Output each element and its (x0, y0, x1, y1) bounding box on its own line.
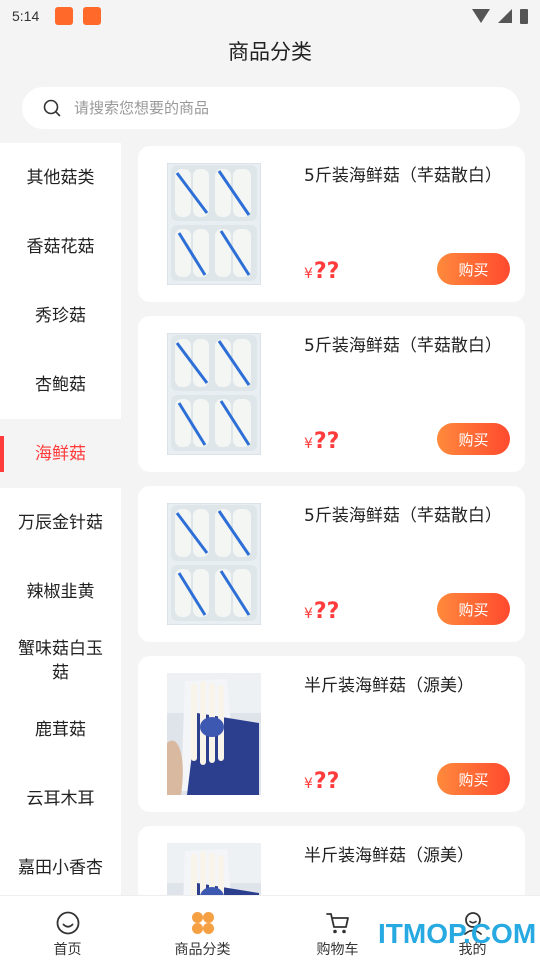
product-image[interactable] (167, 673, 261, 795)
price-value: ?? (313, 259, 340, 284)
product-image[interactable] (167, 163, 261, 285)
product-image[interactable] (167, 843, 261, 895)
currency-symbol: ¥ (304, 606, 313, 622)
price-value: ?? (313, 429, 340, 454)
search-input[interactable] (74, 99, 454, 117)
product-image[interactable] (167, 503, 261, 625)
search-icon (43, 99, 61, 117)
product-image[interactable] (167, 333, 261, 455)
price-value: ?? (313, 599, 340, 624)
tab-label: 商品分类 (174, 942, 231, 958)
buy-button[interactable]: 购买 (437, 253, 510, 285)
product-price: ¥ ?? (304, 599, 339, 624)
cart-icon (325, 913, 349, 934)
app-notification-icon (55, 7, 74, 25)
sidebar-item-pepper-chives[interactable]: 辣椒韭黄 (0, 557, 121, 626)
product-card[interactable]: 半斤装海鲜菇（源美） ¥ ?? 购买 (138, 656, 525, 812)
signal-icon (498, 9, 512, 23)
sidebar-item-crab-mushroom[interactable]: 蟹味菇白玉菇 (0, 626, 121, 695)
sidebar-item-shiitake[interactable]: 香菇花菇 (0, 212, 121, 281)
home-face-icon (56, 911, 79, 935)
product-price: ¥ ?? (304, 769, 339, 794)
currency-symbol: ¥ (304, 436, 313, 452)
product-card[interactable]: 半斤装海鲜菇（源美） ¥ ?? 购买 (138, 826, 525, 895)
product-title[interactable]: 半斤装海鲜菇（源美） (304, 672, 504, 701)
product-title[interactable]: 半斤装海鲜菇（源美） (304, 842, 504, 871)
buy-button[interactable]: 购买 (437, 593, 510, 625)
sidebar-item-antler-mushroom[interactable]: 鹿茸菇 (0, 695, 121, 764)
category-grid-icon (191, 912, 214, 934)
price-value: ?? (313, 769, 340, 794)
product-price: ¥ ?? (304, 429, 339, 454)
sidebar-item-enoki[interactable]: 万辰金针菇 (0, 488, 121, 557)
sidebar-item-wood-ear[interactable]: 云耳木耳 (0, 764, 121, 833)
tab-label: 首页 (53, 942, 82, 958)
product-price: ¥ ?? (304, 259, 339, 284)
currency-symbol: ¥ (304, 776, 313, 792)
status-right (472, 8, 528, 24)
buy-button[interactable]: 购买 (437, 763, 510, 795)
page-title: 商品分类 (228, 40, 312, 64)
category-sidebar: 其他菇类 香菇花菇 秀珍菇 杏鲍菇 海鲜菇 万辰金针菇 辣椒韭黄 蟹味菇白玉菇 … (0, 143, 121, 895)
sidebar-item-king-oyster[interactable]: 杏鲍菇 (0, 350, 121, 419)
status-time: 5:14 (12, 8, 40, 24)
wifi-icon (472, 9, 490, 23)
tab-home[interactable]: 首页 (0, 896, 135, 960)
status-bar: 5:14 (0, 0, 540, 32)
buy-button[interactable]: 购买 (437, 423, 510, 455)
product-list: 5斤装海鲜菇（芊菇散白） ¥ ?? 购买 5斤装海鲜菇（芊菇散白） ¥ ?? 购… (121, 143, 540, 895)
tab-category[interactable]: 商品分类 (135, 896, 270, 960)
watermark-logo: ITMOP.COM (378, 918, 537, 949)
tab-label: 购物车 (316, 942, 359, 958)
product-card[interactable]: 5斤装海鲜菇（芊菇散白） ¥ ?? 购买 (138, 146, 525, 302)
product-card[interactable]: 5斤装海鲜菇（芊菇散白） ¥ ?? 购买 (138, 316, 525, 472)
battery-icon (520, 8, 528, 24)
product-card[interactable]: 5斤装海鲜菇（芊菇散白） ¥ ?? 购买 (138, 486, 525, 642)
app-notification-icon (83, 7, 102, 25)
currency-symbol: ¥ (304, 266, 313, 282)
product-title[interactable]: 5斤装海鲜菇（芊菇散白） (304, 162, 504, 191)
sidebar-item-seafood-mushroom[interactable]: 海鲜菇 (0, 419, 121, 488)
product-title[interactable]: 5斤装海鲜菇（芊菇散白） (304, 332, 504, 361)
product-title[interactable]: 5斤装海鲜菇（芊菇散白） (304, 502, 504, 531)
sidebar-item-other-mushrooms[interactable]: 其他菇类 (0, 143, 121, 212)
sidebar-item-jiatian[interactable]: 嘉田小香杏 (0, 833, 121, 895)
sidebar-item-oyster[interactable]: 秀珍菇 (0, 281, 121, 350)
search-bar[interactable] (22, 87, 520, 129)
